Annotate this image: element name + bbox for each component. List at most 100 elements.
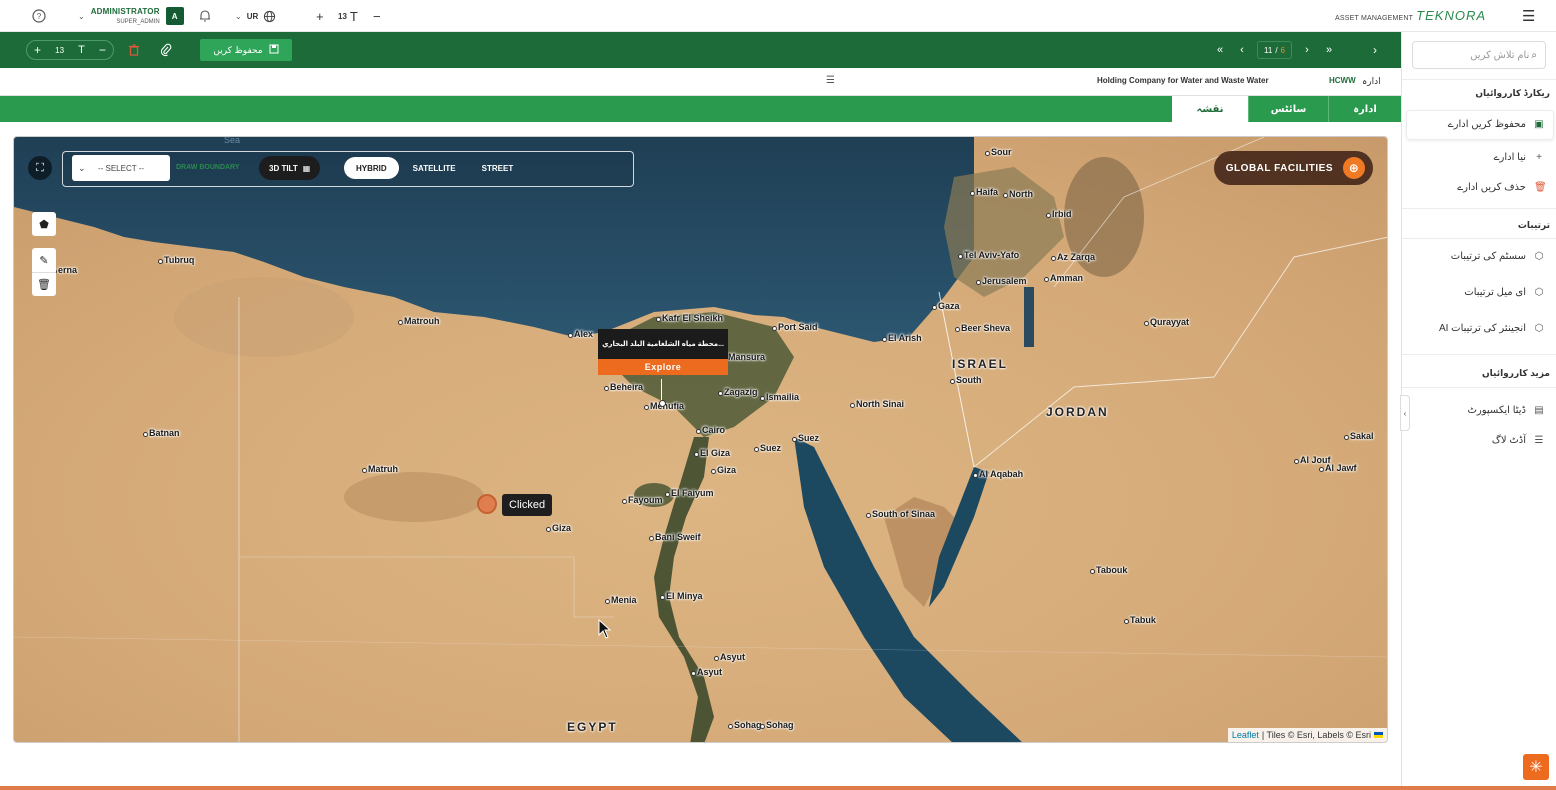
city-label: Amman (1050, 273, 1084, 283)
city-label: North Sinai (856, 399, 905, 409)
explore-button[interactable]: Explore (598, 359, 728, 375)
city-label: El Arish (888, 333, 922, 343)
sidebar-item-email-settings[interactable]: ای میل ترتیبات ⬡ (1464, 287, 1544, 298)
city-label: Giza (552, 523, 572, 533)
draw-polygon-icon[interactable]: ⬟ (32, 212, 56, 236)
fullscreen-icon[interactable]: ⛶ (28, 156, 52, 180)
clicked-location-marker[interactable] (477, 494, 497, 514)
next-record-button[interactable]: › (1296, 39, 1318, 61)
city-dot (718, 391, 723, 396)
sidebar-item-email-label: ای میل ترتیبات (1464, 287, 1526, 298)
sidebar-divider (1402, 387, 1556, 388)
city-label: Sour (991, 147, 1012, 157)
city-dot (1124, 619, 1129, 624)
city-dot (1294, 459, 1299, 464)
city-dot (1344, 435, 1349, 440)
city-dot (568, 333, 573, 338)
text-size-icon: T (349, 8, 358, 24)
popup-title: محطة مياه الشلغامية البلد البحاري... (598, 329, 728, 359)
plus-icon: + (1536, 152, 1542, 163)
tab-map[interactable]: نقشہ (1172, 96, 1248, 122)
sidebar-collapse-toggle[interactable]: ‹ (1400, 395, 1410, 431)
city-label: Asyut (720, 652, 746, 662)
sidebar-item-ai-settings[interactable]: AI انجینئر کی ترتیبات ⬡ (1439, 323, 1544, 334)
font-increase-button[interactable]: + (34, 43, 41, 57)
pager-current: 11 (1264, 45, 1273, 55)
basemap-hybrid[interactable]: HYBRID (344, 157, 399, 179)
edit-layers-icon[interactable]: ✎ (32, 248, 56, 272)
3d-tilt-button[interactable]: 3D TILT ▦ (259, 156, 321, 180)
language-switch[interactable]: ⌄ UR (235, 0, 276, 32)
global-facilities-button[interactable]: GLOBAL FACILITIES ⊕ (1213, 151, 1373, 185)
sidebar-item-delete[interactable]: حذف کریں ادارے 🗑 (1457, 182, 1546, 193)
document-icon: ▤ (1534, 405, 1544, 416)
sidebar-item-data-export[interactable]: ڈیٹا ایکسپورٹ ▤ (1467, 405, 1544, 416)
city-dot (882, 337, 887, 342)
city-label: Suez (760, 443, 782, 453)
chevron-down-icon: ⌄ (235, 11, 242, 21)
list-icon[interactable]: ☰ (826, 75, 835, 86)
city-dot (932, 305, 937, 310)
tab-sites[interactable]: سائٹس (1248, 96, 1328, 122)
map-attribution: Leaflet | Tiles © Esri, Labels © Esri (1227, 728, 1387, 742)
city-dot (711, 469, 716, 474)
font-increase-button[interactable]: + (316, 0, 324, 32)
bell-icon[interactable] (198, 0, 212, 32)
city-dot (850, 403, 855, 408)
hamburger-menu-icon[interactable]: ☰ (1522, 0, 1535, 32)
sidebar-item-new[interactable]: نیا ادارے + (1494, 152, 1544, 163)
sidebar-divider (1402, 79, 1556, 80)
search-input[interactable]: نام تلاش کریں ⌕ (1412, 41, 1546, 69)
paperclip-icon[interactable] (159, 43, 173, 57)
city-dot (649, 536, 654, 541)
facility-marker[interactable] (659, 400, 666, 407)
basemap-street[interactable]: STREET (470, 157, 526, 179)
map-canvas[interactable]: Sea Tubruq erna Matrouh Alex Kafr El Sheikh P… (13, 136, 1388, 743)
delete-layers-icon[interactable]: 🗑 (32, 272, 56, 296)
font-decrease-button[interactable]: − (373, 0, 381, 32)
city-dot (546, 527, 551, 532)
city-label: Mansura (728, 352, 766, 362)
city-label: Bani Sweif (655, 532, 701, 542)
chevron-right-icon[interactable]: › (1366, 39, 1384, 61)
assistant-logo-icon[interactable]: ✳ (1523, 754, 1549, 780)
city-label: El Minya (666, 591, 703, 601)
tab-organization[interactable]: ادارہ (1328, 96, 1401, 122)
cube-icon: ⬡ (1534, 323, 1544, 334)
search-icon: ⌕ (1531, 49, 1537, 61)
city-dot (1090, 569, 1095, 574)
city-dot (143, 432, 148, 437)
city-dot (644, 405, 649, 410)
cube-icon: ⬡ (1534, 251, 1544, 262)
first-record-button[interactable]: « (1209, 39, 1231, 61)
save-button[interactable]: محفوظ کریں (200, 39, 292, 61)
city-label: Az Zarqa (1057, 252, 1096, 262)
avatar: A (165, 7, 184, 25)
draw-boundary-button[interactable]: DRAW BOUNDARY (176, 164, 240, 171)
city-dot (714, 656, 719, 661)
leaflet-link[interactable]: Leaflet (1232, 730, 1259, 740)
city-label: Cairo (702, 425, 726, 435)
sidebar-item-delete-label: حذف کریں ادارے (1457, 182, 1526, 193)
brand-logo: ASSET MANAGEMENT TEKNORA (1335, 8, 1486, 23)
previous-record-button[interactable]: ‹ (1231, 39, 1253, 61)
sidebar-item-system-settings[interactable]: سسٹم کی ترتیبات ⬡ (1451, 251, 1544, 262)
boundary-select[interactable]: ⌄ -- SELECT -- (72, 155, 170, 181)
sidebar-item-audit-log[interactable]: آڈٹ لاگ ☰ (1492, 435, 1544, 446)
sidebar-item-audit-label: آڈٹ لاگ (1491, 435, 1526, 446)
flag-icon (1374, 732, 1383, 738)
section-record-actions: ریکارڈ کارروائیاں (1475, 88, 1550, 98)
trash-icon[interactable] (127, 43, 141, 57)
last-record-button[interactable]: » (1318, 39, 1340, 61)
font-decrease-button[interactable]: − (99, 43, 106, 57)
mouse-cursor-icon (598, 618, 612, 639)
city-dot (362, 468, 367, 473)
help-icon[interactable]: ? (32, 0, 46, 32)
city-label: Qurayyat (1150, 317, 1190, 327)
toolbar-font-size: 13 (55, 45, 65, 55)
city-dot (976, 280, 981, 285)
city-label: Menufia (650, 401, 685, 411)
sidebar-item-save[interactable]: محفوظ کریں ادارے ▣ (1448, 119, 1544, 130)
basemap-satellite[interactable]: SATELLITE (401, 157, 468, 179)
user-menu[interactable]: ⌄ ADMINISTRATOR SUPER_ADMIN A (78, 4, 184, 28)
